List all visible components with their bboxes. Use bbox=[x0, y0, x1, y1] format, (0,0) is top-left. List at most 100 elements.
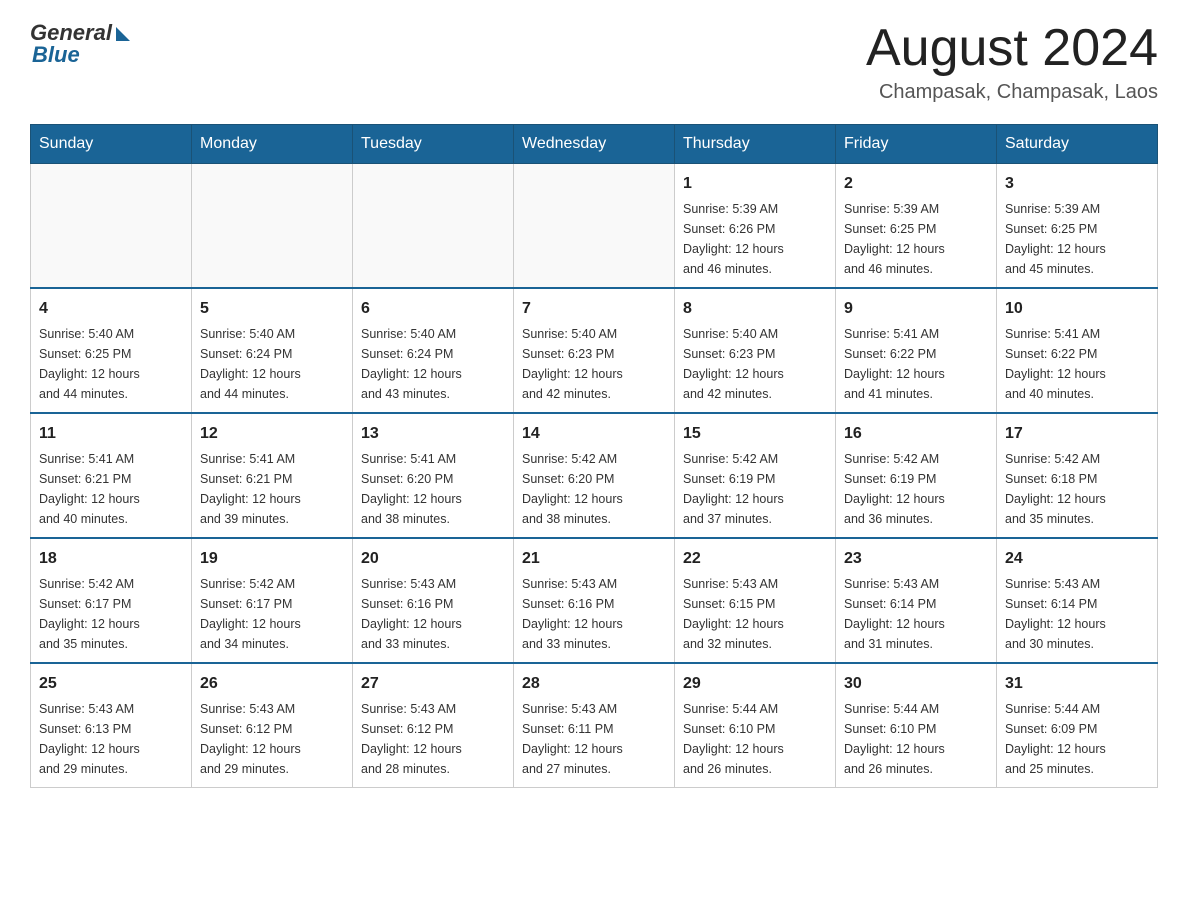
header-saturday: Saturday bbox=[997, 125, 1158, 164]
day-info: Sunrise: 5:42 AMSunset: 6:18 PMDaylight:… bbox=[1005, 449, 1149, 529]
location: Champasak, Champasak, Laos bbox=[866, 81, 1158, 104]
calendar-day-cell: 10 Sunrise: 5:41 AMSunset: 6:22 PMDayligh… bbox=[997, 288, 1158, 413]
calendar-day-cell: 31Sunrise: 5:44 AMSunset: 6:09 PMDayligh… bbox=[997, 663, 1158, 788]
day-number: 5 bbox=[200, 297, 344, 321]
logo-blue-text: Blue bbox=[30, 42, 80, 68]
day-info: Sunrise: 5:44 AMSunset: 6:10 PMDaylight:… bbox=[844, 699, 988, 779]
header-monday: Monday bbox=[192, 125, 353, 164]
day-number: 17 bbox=[1005, 422, 1149, 446]
day-info: Sunrise: 5:41 AMSunset: 6:21 PMDaylight:… bbox=[200, 449, 344, 529]
day-info: Sunrise: 5:41 AMSunset: 6:22 PMDaylight:… bbox=[844, 324, 988, 404]
day-info: Sunrise: 5:44 AMSunset: 6:09 PMDaylight:… bbox=[1005, 699, 1149, 779]
calendar-day-cell: 8Sunrise: 5:40 AMSunset: 6:23 PMDaylight… bbox=[675, 288, 836, 413]
calendar-week-row: 18 Sunrise: 5:42 AMSunset: 6:17 PMDayligh… bbox=[31, 538, 1158, 663]
day-number: 29 bbox=[683, 672, 827, 696]
day-info: Sunrise: 5:41 AMSunset: 6:20 PMDaylight:… bbox=[361, 449, 505, 529]
calendar-day-cell: 30 Sunrise: 5:44 AMSunset: 6:10 PMDayligh… bbox=[836, 663, 997, 788]
header-friday: Friday bbox=[836, 125, 997, 164]
calendar-day-cell: 14Sunrise: 5:42 AMSunset: 6:20 PMDayligh… bbox=[514, 413, 675, 538]
day-info: Sunrise: 5:42 AMSunset: 6:17 PMDaylight:… bbox=[39, 574, 183, 654]
calendar-day-cell: 28 Sunrise: 5:43 AMSunset: 6:11 PMDayligh… bbox=[514, 663, 675, 788]
header-thursday: Thursday bbox=[675, 125, 836, 164]
day-number: 30 bbox=[844, 672, 988, 696]
day-info: Sunrise: 5:43 AMSunset: 6:14 PMDaylight:… bbox=[1005, 574, 1149, 654]
calendar-day-cell bbox=[31, 164, 192, 289]
calendar-day-cell: 24 Sunrise: 5:43 AMSunset: 6:14 PMDayligh… bbox=[997, 538, 1158, 663]
calendar-day-cell: 27Sunrise: 5:43 AMSunset: 6:12 PMDayligh… bbox=[353, 663, 514, 788]
day-info: Sunrise: 5:41 AMSunset: 6:21 PMDaylight:… bbox=[39, 449, 183, 529]
calendar-week-row: 1 Sunrise: 5:39 AMSunset: 6:26 PMDaylight… bbox=[31, 164, 1158, 289]
calendar-day-cell: 3Sunrise: 5:39 AMSunset: 6:25 PMDaylight… bbox=[997, 164, 1158, 289]
day-info: Sunrise: 5:39 AMSunset: 6:25 PMDaylight:… bbox=[1005, 199, 1149, 279]
calendar-day-cell: 29Sunrise: 5:44 AMSunset: 6:10 PMDayligh… bbox=[675, 663, 836, 788]
day-info: Sunrise: 5:43 AMSunset: 6:11 PMDaylight:… bbox=[522, 699, 666, 779]
calendar-day-cell: 17 Sunrise: 5:42 AMSunset: 6:18 PMDayligh… bbox=[997, 413, 1158, 538]
calendar-day-cell: 11 Sunrise: 5:41 AMSunset: 6:21 PMDayligh… bbox=[31, 413, 192, 538]
calendar-day-cell: 18 Sunrise: 5:42 AMSunset: 6:17 PMDayligh… bbox=[31, 538, 192, 663]
calendar-week-row: 25 Sunrise: 5:43 AMSunset: 6:13 PMDayligh… bbox=[31, 663, 1158, 788]
day-info: Sunrise: 5:43 AMSunset: 6:12 PMDaylight:… bbox=[200, 699, 344, 779]
day-number: 16 bbox=[844, 422, 988, 446]
calendar-day-cell: 6Sunrise: 5:40 AMSunset: 6:24 PMDaylight… bbox=[353, 288, 514, 413]
day-info: Sunrise: 5:40 AMSunset: 6:25 PMDaylight:… bbox=[39, 324, 183, 404]
day-number: 9 bbox=[844, 297, 988, 321]
calendar-day-cell: 16 Sunrise: 5:42 AMSunset: 6:19 PMDayligh… bbox=[836, 413, 997, 538]
day-info: Sunrise: 5:43 AMSunset: 6:13 PMDaylight:… bbox=[39, 699, 183, 779]
calendar-day-cell: 21Sunrise: 5:43 AMSunset: 6:16 PMDayligh… bbox=[514, 538, 675, 663]
calendar-day-cell bbox=[514, 164, 675, 289]
day-info: Sunrise: 5:43 AMSunset: 6:16 PMDaylight:… bbox=[361, 574, 505, 654]
day-info: Sunrise: 5:43 AMSunset: 6:14 PMDaylight:… bbox=[844, 574, 988, 654]
day-info: Sunrise: 5:40 AMSunset: 6:24 PMDaylight:… bbox=[361, 324, 505, 404]
calendar-week-row: 11 Sunrise: 5:41 AMSunset: 6:21 PMDayligh… bbox=[31, 413, 1158, 538]
day-number: 19 bbox=[200, 547, 344, 571]
calendar-day-cell: 4 Sunrise: 5:40 AMSunset: 6:25 PMDaylight… bbox=[31, 288, 192, 413]
day-number: 20 bbox=[361, 547, 505, 571]
day-number: 7 bbox=[522, 297, 666, 321]
day-number: 24 bbox=[1005, 547, 1149, 571]
day-number: 10 bbox=[1005, 297, 1149, 321]
logo: General Blue bbox=[30, 20, 130, 68]
day-number: 12 bbox=[200, 422, 344, 446]
day-number: 15 bbox=[683, 422, 827, 446]
calendar-day-cell: 9 Sunrise: 5:41 AMSunset: 6:22 PMDaylight… bbox=[836, 288, 997, 413]
day-number: 13 bbox=[361, 422, 505, 446]
day-number: 28 bbox=[522, 672, 666, 696]
day-number: 23 bbox=[844, 547, 988, 571]
logo-triangle-icon bbox=[116, 27, 130, 41]
day-number: 4 bbox=[39, 297, 183, 321]
calendar-day-cell: 1 Sunrise: 5:39 AMSunset: 6:26 PMDaylight… bbox=[675, 164, 836, 289]
calendar-day-cell: 12 Sunrise: 5:41 AMSunset: 6:21 PMDayligh… bbox=[192, 413, 353, 538]
calendar-day-cell bbox=[192, 164, 353, 289]
day-info: Sunrise: 5:42 AMSunset: 6:19 PMDaylight:… bbox=[844, 449, 988, 529]
page-header: General Blue August 2024 Champasak, Cham… bbox=[30, 20, 1158, 104]
calendar-day-cell: 2 Sunrise: 5:39 AMSunset: 6:25 PMDaylight… bbox=[836, 164, 997, 289]
day-info: Sunrise: 5:39 AMSunset: 6:25 PMDaylight:… bbox=[844, 199, 988, 279]
calendar-day-cell: 26Sunrise: 5:43 AMSunset: 6:12 PMDayligh… bbox=[192, 663, 353, 788]
month-title: August 2024 bbox=[866, 20, 1158, 77]
day-info: Sunrise: 5:41 AMSunset: 6:22 PMDaylight:… bbox=[1005, 324, 1149, 404]
day-info: Sunrise: 5:43 AMSunset: 6:15 PMDaylight:… bbox=[683, 574, 827, 654]
calendar-day-cell: 20 Sunrise: 5:43 AMSunset: 6:16 PMDayligh… bbox=[353, 538, 514, 663]
day-info: Sunrise: 5:43 AMSunset: 6:16 PMDaylight:… bbox=[522, 574, 666, 654]
day-number: 11 bbox=[39, 422, 183, 446]
calendar-day-cell: 7 Sunrise: 5:40 AMSunset: 6:23 PMDaylight… bbox=[514, 288, 675, 413]
calendar-header-row: Sunday Monday Tuesday Wednesday Thursday… bbox=[31, 125, 1158, 164]
day-number: 18 bbox=[39, 547, 183, 571]
day-number: 1 bbox=[683, 172, 827, 196]
header-tuesday: Tuesday bbox=[353, 125, 514, 164]
calendar-day-cell: 13 Sunrise: 5:41 AMSunset: 6:20 PMDayligh… bbox=[353, 413, 514, 538]
day-number: 25 bbox=[39, 672, 183, 696]
calendar-day-cell: 25 Sunrise: 5:43 AMSunset: 6:13 PMDayligh… bbox=[31, 663, 192, 788]
day-number: 2 bbox=[844, 172, 988, 196]
calendar-table: Sunday Monday Tuesday Wednesday Thursday… bbox=[30, 124, 1158, 788]
header-sunday: Sunday bbox=[31, 125, 192, 164]
day-info: Sunrise: 5:39 AMSunset: 6:26 PMDaylight:… bbox=[683, 199, 827, 279]
day-info: Sunrise: 5:40 AMSunset: 6:23 PMDaylight:… bbox=[522, 324, 666, 404]
day-info: Sunrise: 5:40 AMSunset: 6:24 PMDaylight:… bbox=[200, 324, 344, 404]
calendar-day-cell: 15Sunrise: 5:42 AMSunset: 6:19 PMDayligh… bbox=[675, 413, 836, 538]
calendar-week-row: 4 Sunrise: 5:40 AMSunset: 6:25 PMDaylight… bbox=[31, 288, 1158, 413]
day-number: 8 bbox=[683, 297, 827, 321]
day-info: Sunrise: 5:43 AMSunset: 6:12 PMDaylight:… bbox=[361, 699, 505, 779]
title-section: August 2024 Champasak, Champasak, Laos bbox=[866, 20, 1158, 104]
calendar-day-cell: 22Sunrise: 5:43 AMSunset: 6:15 PMDayligh… bbox=[675, 538, 836, 663]
